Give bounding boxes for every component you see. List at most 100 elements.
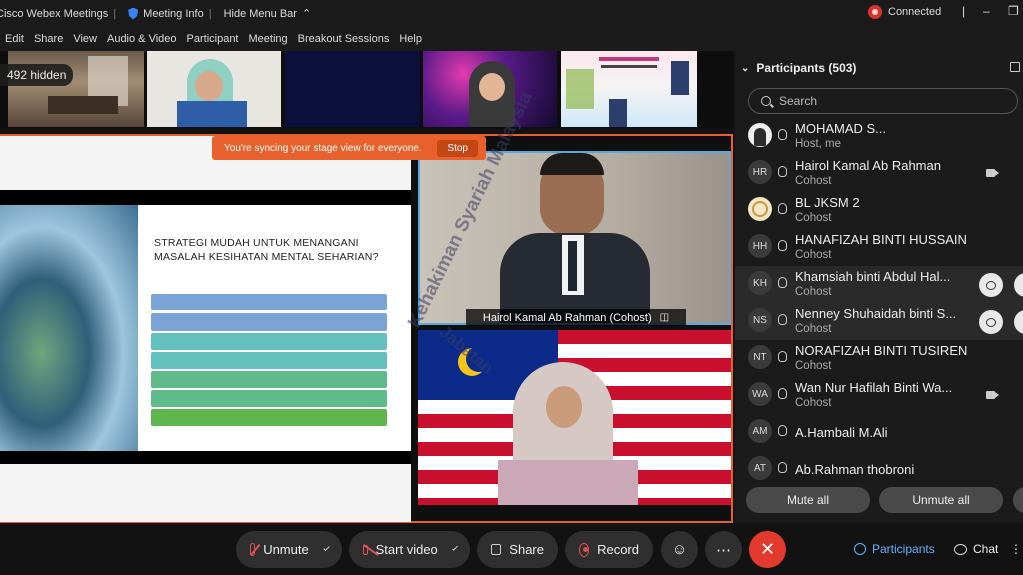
participant-name: Nenney Shuhaidah binti S... [795, 306, 957, 321]
record-button[interactable]: Record [565, 531, 653, 568]
participant-name: BL JKSM 2 [795, 195, 860, 210]
participant-row[interactable]: HR Hairol Kamal Ab Rahman Cohost [735, 155, 1023, 192]
participant-row[interactable]: AT Ab.Rahman thobroni [735, 451, 1023, 488]
participant-row[interactable]: BL JKSM 2 Cohost [735, 192, 1023, 229]
hide-menu-bar-button[interactable]: Hide Menu Bar ⌃ [218, 7, 318, 21]
share-screen-icon: ◫ [659, 312, 670, 323]
participant-role: Cohost [795, 323, 832, 335]
slide-bottom-margin [0, 464, 411, 522]
app-title: Cisco Webex Meetings | [0, 7, 117, 20]
avatar: HR [748, 160, 772, 184]
participant-row[interactable]: KH Khamsiah binti Abdul Hal... Cohost [735, 266, 1023, 303]
chat-icon [954, 543, 967, 555]
participants-tab[interactable]: Participants [846, 535, 943, 563]
connection-status[interactable]: Connected [868, 5, 941, 19]
slide-bullet-bar [151, 313, 387, 331]
microphone-icon [778, 425, 787, 436]
menu-meeting[interactable]: Meeting [244, 33, 293, 45]
thumbnail-participant-2[interactable] [285, 51, 420, 127]
thumbnail-participant-3[interactable] [423, 51, 557, 127]
minimize-button[interactable]: – [983, 4, 990, 18]
participant-row[interactable]: NS Nenney Shuhaidah binti S... Cohost [735, 303, 1023, 340]
share-icon [491, 544, 502, 555]
thumbnail-participant-1[interactable] [147, 51, 281, 127]
avatar: NS [748, 308, 772, 332]
menu-participant[interactable]: Participant [182, 33, 244, 45]
reactions-button[interactable]: ☺ [661, 531, 698, 568]
presenter-video[interactable] [418, 151, 731, 325]
video-thumbnail-strip: 492 hidden [0, 51, 733, 129]
participant-video-2[interactable] [418, 330, 731, 505]
avatar [748, 197, 772, 221]
title-separator: | [962, 4, 966, 18]
chevron-up-icon: ⌃ [301, 8, 312, 20]
participant-search-input[interactable]: Search [748, 88, 1018, 114]
menu-breakout-sessions[interactable]: Breakout Sessions [293, 33, 395, 45]
menu-audio-video[interactable]: Audio & Video [102, 33, 182, 45]
smiley-icon: ☺ [671, 541, 688, 558]
participant-more-button[interactable] [1014, 273, 1023, 297]
ellipsis-icon: ⋯ [716, 541, 731, 559]
participant-name: Ab.Rahman thobroni [795, 462, 915, 477]
participant-name: Hairol Kamal Ab Rahman [795, 158, 941, 173]
menu-help[interactable]: Help [394, 33, 427, 45]
participant-row[interactable]: HH HANAFIZAH BINTI HUSSAIN Cohost [735, 229, 1023, 266]
meeting-info-button[interactable]: Meeting Info | [122, 7, 217, 20]
panel-overflow-icon[interactable]: ⋮ [1010, 535, 1022, 563]
sync-stage-banner: You're syncing your stage view for every… [212, 136, 486, 160]
search-icon [761, 96, 771, 106]
chat-tab[interactable]: Chat [946, 535, 1006, 563]
unmute-all-button[interactable]: Unmute all [879, 487, 1003, 513]
menu-edit[interactable]: Edit [0, 33, 29, 45]
participant-name: A.Hambali M.Ali [795, 425, 888, 440]
hidden-participants-badge[interactable]: 492 hidden [0, 64, 74, 86]
chat-participant-button[interactable] [979, 310, 1003, 334]
participant-more-button[interactable] [1014, 310, 1023, 334]
avatar [748, 123, 772, 147]
shield-icon [128, 7, 139, 20]
chevron-down-icon: ⌄ [741, 62, 750, 74]
participant-row[interactable]: WA Wan Nur Hafilah Binti Wa... Cohost [735, 377, 1023, 414]
microphone-icon [778, 277, 787, 288]
menu-share[interactable]: Share [29, 33, 68, 45]
participant-row[interactable]: AM A.Hambali M.Ali [735, 414, 1023, 451]
more-button[interactable]: ⋯ [705, 531, 742, 568]
avatar: AM [748, 419, 772, 443]
chat-participant-button[interactable] [979, 273, 1003, 297]
chevron-down-icon[interactable] [323, 544, 330, 552]
webex-window: Cisco Webex Meetings | Meeting Info | Hide… [0, 0, 1023, 575]
avatar: AT [748, 456, 772, 480]
slide-bullet-bar [151, 352, 387, 369]
leave-meeting-button[interactable]: ✕ [749, 531, 786, 568]
participant-name: Wan Nur Hafilah Binti Wa... [795, 380, 953, 395]
slide-bullet-bar [151, 390, 387, 407]
participant-row[interactable]: MOHAMAD S... Host, me [735, 118, 1023, 155]
participant-name: HANAFIZAH BINTI HUSSAIN [795, 232, 967, 247]
video-camera-icon [986, 169, 999, 177]
microphone-icon [778, 462, 787, 473]
chevron-down-icon[interactable] [451, 545, 458, 551]
avatar: KH [748, 271, 772, 295]
stop-sync-button[interactable]: Stop [437, 139, 478, 157]
more-options-button[interactable] [1013, 487, 1023, 513]
participant-name: Khamsiah binti Abdul Hal... [795, 269, 951, 284]
participant-row[interactable]: NT NORAFIZAH BINTI TUSIREN Cohost [735, 340, 1023, 377]
thumbnail-participant-4[interactable] [561, 51, 697, 127]
slide-bullet-bar [151, 294, 387, 310]
menu-view[interactable]: View [68, 33, 102, 45]
popout-icon[interactable] [1010, 62, 1020, 72]
shared-slide: STRATEGI MUDAH UNTUK MENANGANI MASALAH K… [0, 136, 411, 522]
participants-header[interactable]: ⌄ Participants (503) [741, 61, 856, 75]
unmute-button[interactable]: Unmute [236, 531, 342, 568]
title-bar: Cisco Webex Meetings | Meeting Info | Hide… [0, 0, 1023, 27]
restore-button[interactable]: ❐ [1008, 4, 1019, 18]
mute-all-button[interactable]: Mute all [746, 487, 870, 513]
record-icon [579, 542, 590, 557]
participant-role: Cohost [795, 249, 832, 261]
thumbnail-room[interactable] [8, 51, 144, 127]
microphone-icon [778, 388, 787, 399]
close-icon: ✕ [759, 539, 776, 559]
share-button[interactable]: Share [477, 531, 558, 568]
menu-bar: Edit Share View Audio & Video Participan… [0, 27, 1023, 51]
start-video-button[interactable]: Start video [349, 531, 470, 568]
